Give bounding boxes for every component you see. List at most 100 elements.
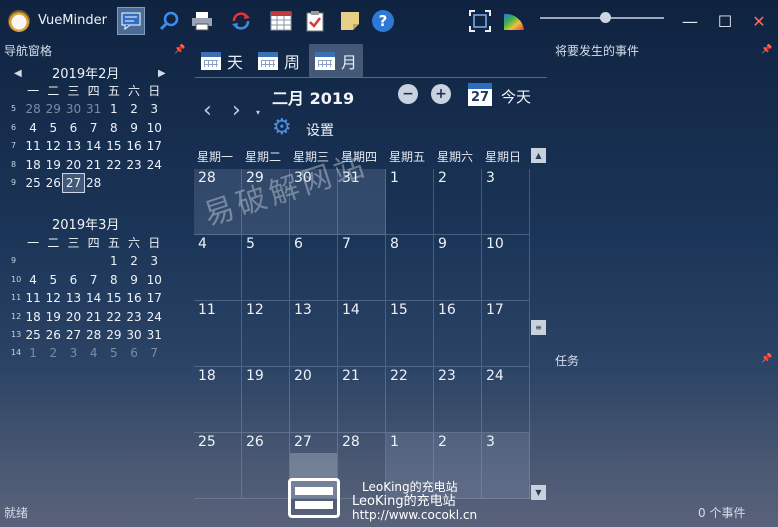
mini-day[interactable]: 3 (144, 100, 164, 118)
calendar-next-icon[interactable]: › (232, 98, 241, 123)
mini-day[interactable]: 13 (63, 289, 83, 307)
mini-day[interactable]: 26 (43, 326, 63, 344)
mini-day[interactable]: 19 (43, 156, 63, 174)
mini-day[interactable]: 2 (124, 100, 144, 118)
mini-day[interactable]: 17 (144, 289, 164, 307)
mini-day[interactable]: 4 (23, 271, 43, 289)
day-cell[interactable]: 26 (242, 433, 290, 499)
mini-day[interactable]: 25 (23, 174, 43, 192)
mini-day[interactable]: 20 (63, 308, 83, 326)
mini-day[interactable] (23, 252, 43, 270)
mini-day[interactable]: 6 (63, 119, 83, 137)
mini-day[interactable]: 5 (104, 344, 124, 362)
day-cell[interactable]: 4 (194, 235, 242, 301)
mini-day[interactable]: 2 (124, 252, 144, 270)
day-cell[interactable]: 24 (482, 367, 530, 433)
maximize-icon[interactable]: ☐ (713, 10, 737, 32)
mini-day[interactable]: 3 (63, 344, 83, 362)
scroll-up-icon[interactable]: ▲ (531, 148, 546, 163)
mini-day[interactable]: 7 (84, 119, 104, 137)
week-number[interactable]: 14 (9, 344, 23, 362)
mini-day[interactable]: 9 (124, 271, 144, 289)
day-cell[interactable]: 19 (242, 367, 290, 433)
mini-day[interactable]: 9 (124, 119, 144, 137)
mini-day[interactable]: 14 (84, 289, 104, 307)
fullscreen-icon[interactable] (466, 7, 494, 35)
mini-day[interactable]: 16 (124, 137, 144, 155)
mini-day[interactable]: 28 (23, 100, 43, 118)
mini-day[interactable]: 4 (23, 119, 43, 137)
mini-day[interactable]: 22 (104, 308, 124, 326)
week-number[interactable]: 5 (9, 100, 23, 118)
mini-day[interactable]: 21 (84, 308, 104, 326)
scroll-down-icon[interactable]: ▼ (531, 485, 546, 500)
week-number[interactable]: 11 (9, 289, 23, 307)
mini-day[interactable]: 19 (43, 308, 63, 326)
sync-icon[interactable] (227, 7, 255, 35)
mini-day[interactable]: 12 (43, 289, 63, 307)
week-number[interactable]: 7 (9, 137, 23, 155)
day-cell[interactable]: 22 (386, 367, 434, 433)
mini-day[interactable]: 29 (104, 326, 124, 344)
mini-day[interactable]: 8 (104, 271, 124, 289)
day-cell[interactable]: 23 (434, 367, 482, 433)
mini-day[interactable]: 18 (23, 308, 43, 326)
mini-day[interactable]: 6 (124, 344, 144, 362)
mini-day[interactable]: 15 (104, 289, 124, 307)
mini-day[interactable]: 28 (84, 326, 104, 344)
calendar-prev-icon[interactable]: ‹ (203, 98, 212, 123)
close-icon[interactable]: ✕ (747, 10, 771, 32)
mini-day[interactable]: 1 (104, 252, 124, 270)
mini-day[interactable] (63, 252, 83, 270)
day-cell[interactable]: 6 (290, 235, 338, 301)
mini-day[interactable] (43, 252, 63, 270)
week-number[interactable]: 6 (9, 119, 23, 137)
week-number[interactable]: 9 (9, 174, 23, 192)
mini-day[interactable]: 7 (84, 271, 104, 289)
day-cell[interactable]: 11 (194, 301, 242, 367)
mini-day[interactable]: 1 (104, 100, 124, 118)
day-cell[interactable]: 9 (434, 235, 482, 301)
mini-day[interactable] (104, 174, 124, 192)
pin-icon[interactable]: 📌 (174, 45, 185, 55)
day-cell[interactable]: 2 (434, 169, 482, 235)
mini-day[interactable]: 10 (144, 271, 164, 289)
mini-day[interactable]: 25 (23, 326, 43, 344)
week-number[interactable]: 9 (9, 252, 23, 270)
zoom-out-icon[interactable]: − (398, 84, 418, 104)
week-number[interactable]: 13 (9, 326, 23, 344)
next-month-icon[interactable]: ▶ (158, 68, 166, 79)
day-cell[interactable]: 25 (194, 433, 242, 499)
mini-day[interactable] (144, 174, 164, 192)
mini-day[interactable]: 27 (63, 326, 83, 344)
mini-day[interactable]: 16 (124, 289, 144, 307)
mini-day[interactable]: 29 (43, 100, 63, 118)
day-cell[interactable]: 13 (290, 301, 338, 367)
mini-day[interactable]: 8 (104, 119, 124, 137)
tab-month[interactable]: 月 (309, 44, 364, 77)
day-cell[interactable]: 5 (242, 235, 290, 301)
mini-day[interactable]: 31 (144, 326, 164, 344)
prev-month-icon[interactable]: ◀ (14, 68, 22, 79)
search-icon[interactable] (155, 7, 183, 35)
mini-day[interactable] (84, 252, 104, 270)
clipboard-icon[interactable] (301, 7, 329, 35)
mini-day[interactable]: 24 (144, 156, 164, 174)
day-cell[interactable]: 8 (386, 235, 434, 301)
day-cell[interactable]: 3 (482, 169, 530, 235)
day-cell[interactable]: 17 (482, 301, 530, 367)
help-icon[interactable]: ? (369, 7, 397, 35)
calendar-nav-dropdown-icon[interactable]: ▾ (256, 108, 260, 117)
mini-day[interactable]: 1 (23, 344, 43, 362)
mini-day[interactable]: 28 (84, 174, 104, 192)
zoom-slider-thumb[interactable] (600, 12, 611, 23)
week-number[interactable]: 12 (9, 308, 23, 326)
mini-day[interactable]: 21 (84, 156, 104, 174)
tasks-pin-icon[interactable]: 📌 (761, 354, 772, 364)
mini-day[interactable]: 24 (144, 308, 164, 326)
color-icon[interactable] (500, 7, 528, 35)
tab-week[interactable]: 周 (252, 44, 306, 77)
day-cell[interactable]: 21 (338, 367, 386, 433)
day-cell[interactable]: 20 (290, 367, 338, 433)
mini-day[interactable]: 23 (124, 308, 144, 326)
